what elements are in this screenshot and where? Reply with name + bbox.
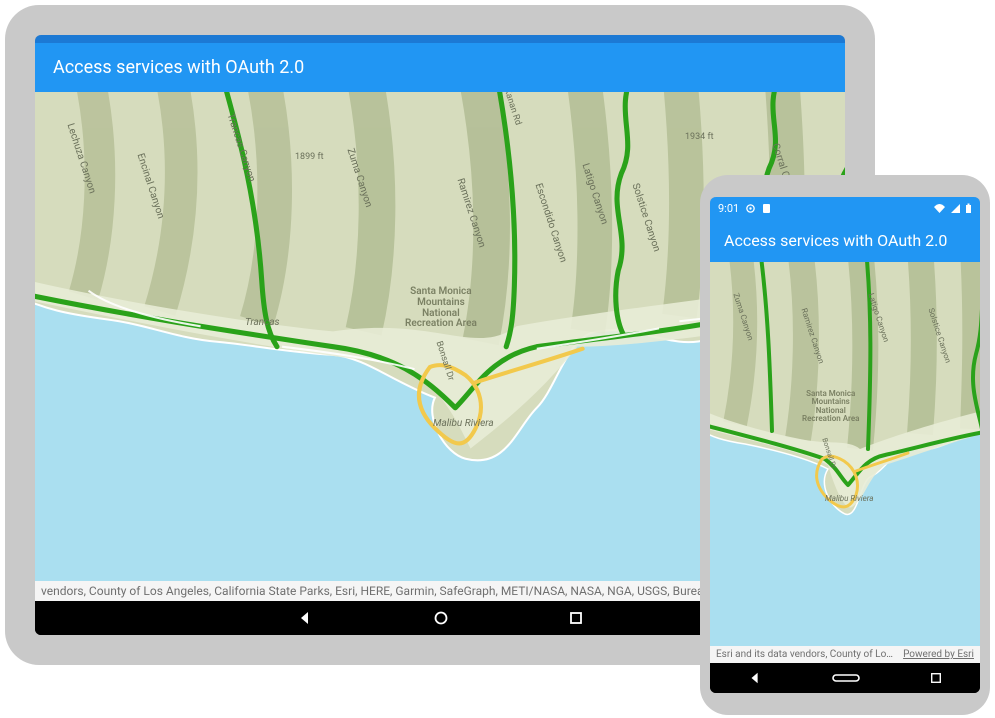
debug-icon bbox=[745, 203, 756, 214]
nav-back-icon[interactable] bbox=[748, 671, 762, 685]
tablet-status-bar bbox=[35, 35, 845, 43]
phone-attribution: Esri and its data vendors, County of Los… bbox=[710, 646, 980, 663]
map-label-el-1899: 1899 ft bbox=[295, 152, 324, 162]
phone-status-time: 9:01 bbox=[718, 202, 739, 215]
phone-map-label-smm-nra: Santa Monica Mountains National Recreati… bbox=[802, 390, 859, 424]
phone-device-frame: 9:01 bbox=[700, 175, 990, 715]
tablet-app-title: Access services with OAuth 2.0 bbox=[53, 57, 304, 78]
phone-app-bar: Access services with OAuth 2.0 bbox=[710, 219, 980, 262]
wifi-icon bbox=[933, 203, 946, 214]
map-label-smm-nra: Santa Monica Mountains National Recreati… bbox=[405, 287, 477, 330]
phone-map-view[interactable]: Zuma Canyon Ramirez Canyon Latigo Canyon… bbox=[710, 262, 980, 646]
page-icon bbox=[762, 203, 771, 214]
phone-attribution-left: Esri and its data vendors, County of Los… bbox=[716, 649, 895, 660]
map-label-malibu-riviera: Malibu Riviera bbox=[433, 418, 494, 429]
phone-android-navbar bbox=[710, 663, 980, 693]
nav-back-icon[interactable] bbox=[297, 610, 313, 626]
nav-recent-icon[interactable] bbox=[930, 672, 942, 684]
nav-home-icon[interactable] bbox=[832, 671, 860, 685]
nav-recent-icon[interactable] bbox=[569, 611, 583, 625]
tablet-app-bar: Access services with OAuth 2.0 bbox=[35, 43, 845, 92]
phone-screen: 9:01 bbox=[710, 197, 980, 693]
map-label-trancas: Trancas bbox=[245, 317, 280, 328]
phone-attribution-esri-link[interactable]: Powered by Esri bbox=[903, 649, 974, 660]
phone-app: 9:01 bbox=[710, 197, 980, 663]
map-label-el-1934: 1934 ft bbox=[685, 132, 714, 142]
phone-status-bar: 9:01 bbox=[710, 197, 980, 219]
signal-icon bbox=[950, 203, 961, 214]
phone-app-title: Access services with OAuth 2.0 bbox=[724, 231, 947, 250]
phone-map-label-malibu-riviera: Malibu Riviera bbox=[825, 494, 874, 503]
nav-home-icon[interactable] bbox=[433, 610, 449, 626]
battery-icon bbox=[965, 203, 972, 214]
